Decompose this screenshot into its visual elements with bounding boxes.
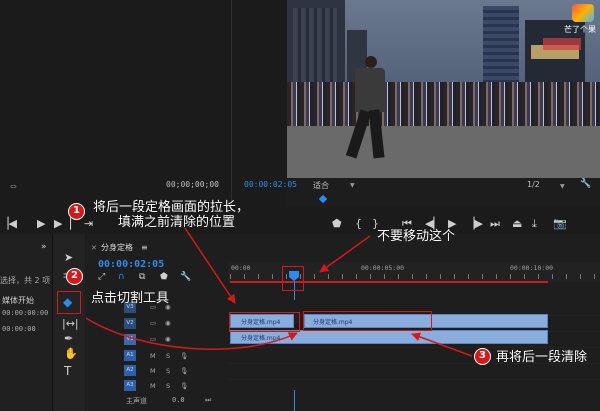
step1-text-line2: 填满之前清除的位置 xyxy=(118,215,236,230)
step2-text: 点击切割工具 xyxy=(91,291,170,306)
step3-text: 再将后一段清除 xyxy=(496,350,588,365)
step2-badge: 2 xyxy=(66,268,83,285)
step1-badge: 1 xyxy=(68,203,85,220)
step3-badge: 3 xyxy=(474,348,491,365)
note-top-text: 不要移动这个 xyxy=(377,229,456,244)
